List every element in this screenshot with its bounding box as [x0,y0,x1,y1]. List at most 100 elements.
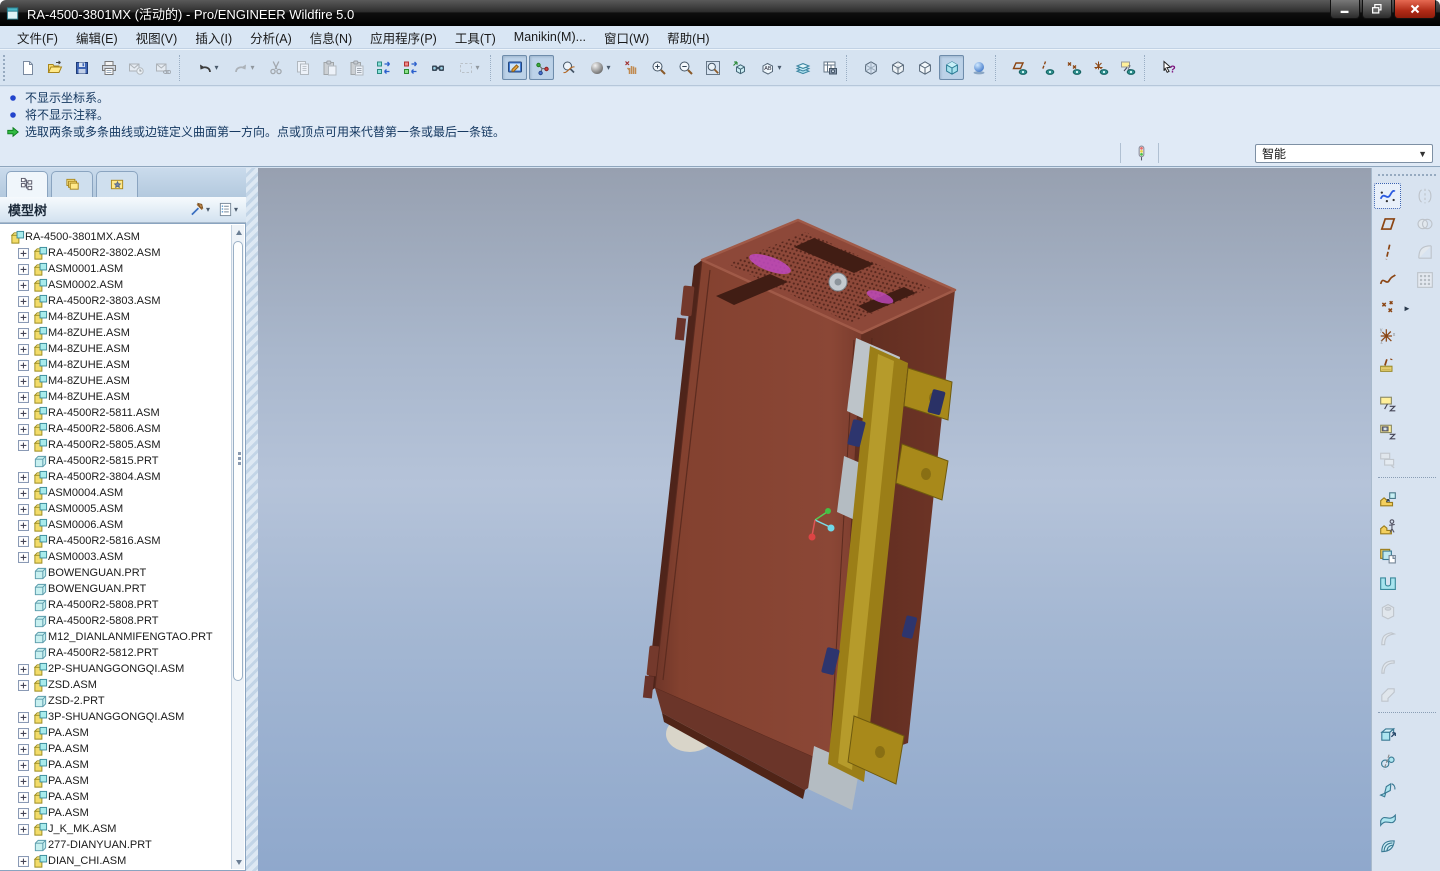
copy-button[interactable] [290,55,315,80]
menu-analysis[interactable]: 分析(A) [241,25,301,50]
render-style-button[interactable]: ▾ [583,55,617,80]
tree-item[interactable]: M4-8ZUHE.ASM [0,309,231,325]
panel-sash[interactable] [246,168,258,871]
title-bar[interactable]: RA-4500-3801MX (活动的) - Pro/ENGINEER Wild… [0,0,1440,26]
mirror-tool-button[interactable] [1411,183,1438,209]
tree-expander[interactable] [18,360,29,371]
tree-item[interactable]: ZSD-2.PRT [0,693,231,709]
style-surface-tool-button[interactable] [1374,833,1401,859]
no-hidden-display-button[interactable] [912,55,937,80]
paste-special-button[interactable] [344,55,369,80]
pattern-tool-button[interactable] [1411,267,1438,293]
custom-regenerate-button[interactable] [398,55,423,80]
spin-center-toggle[interactable] [529,55,554,80]
graphics-area[interactable] [258,168,1372,871]
datum-plane-tool-button[interactable] [1374,211,1401,237]
mold-cavity-button[interactable] [1374,570,1401,596]
chamfer-tool-button[interactable] [1374,682,1401,708]
restore-button[interactable] [1362,0,1392,19]
scroll-down-button[interactable] [232,855,245,869]
datum-point-display-toggle[interactable] [1061,55,1086,80]
tree-item[interactable]: PA.ASM [0,805,231,821]
tab-favorites[interactable] [96,171,138,197]
layers-button[interactable] [790,55,815,80]
tree-item[interactable]: RA-4500R2-5816.ASM [0,533,231,549]
menu-manikin[interactable]: Manikin(M)... [505,27,595,47]
tree-item[interactable]: BOWENGUAN.PRT [0,565,231,581]
tree-item[interactable]: M4-8ZUHE.ASM [0,373,231,389]
hidden-line-display-button[interactable] [885,55,910,80]
tree-item[interactable]: RA-4500R2-3803.ASM [0,293,231,309]
curve-tool-button[interactable] [1374,267,1401,293]
assemble-manikin-button[interactable] [1374,514,1401,540]
tree-item[interactable]: PA.ASM [0,773,231,789]
orient-mode-button[interactable] [556,55,581,80]
tree-item[interactable]: M12_DIANLANMIFENGTAO.PRT [0,629,231,645]
tree-expander[interactable] [18,776,29,787]
create-component-button[interactable] [1374,542,1401,568]
chevron-down-icon[interactable]: ▾ [250,63,254,72]
tree-expander[interactable] [18,424,29,435]
tree-expander[interactable] [18,312,29,323]
tree-expander[interactable] [18,728,29,739]
tree-item[interactable]: M4-8ZUHE.ASM [0,325,231,341]
tree-item[interactable]: RA-4500R2-5808.PRT [0,613,231,629]
tree-item[interactable]: M4-8ZUHE.ASM [0,389,231,405]
mail-link-button[interactable] [150,55,175,80]
tree-expander[interactable] [18,536,29,547]
tree-expander[interactable] [18,264,29,275]
shaded-display-button[interactable] [939,55,964,80]
hole-tool-button[interactable] [1374,598,1401,624]
save-file-button[interactable] [69,55,94,80]
trim-tool-button[interactable] [1411,239,1438,265]
tree-expander[interactable] [18,280,29,291]
tree-item[interactable]: RA-4500R2-5811.ASM [0,405,231,421]
tree-expander[interactable] [18,664,29,675]
close-button[interactable] [1394,0,1436,19]
tree-expander[interactable] [18,328,29,339]
menu-applications[interactable]: 应用程序(P) [361,25,446,50]
reorient-button[interactable] [727,55,752,80]
tree-item[interactable]: PA.ASM [0,741,231,757]
print-button[interactable] [96,55,121,80]
selection-filter-combo[interactable]: 智能 ▼ [1255,144,1433,163]
tree-expander[interactable] [18,376,29,387]
shell-tool-button[interactable] [1374,626,1401,652]
extrude-tool-button[interactable] [1374,721,1401,747]
selection-filter-button[interactable]: ▾ [452,55,486,80]
open-file-button[interactable] [42,55,67,80]
tree-item[interactable]: RA-4500-3801MX.ASM [0,229,231,245]
csys-display-toggle[interactable] [1088,55,1113,80]
tree-item[interactable]: RA-4500R2-5815.PRT [0,453,231,469]
tree-scrollbar[interactable] [231,225,244,869]
merge-tool-button[interactable] [1411,211,1438,237]
tree-item[interactable]: J_K_MK.ASM [0,821,231,837]
csys-tool-button[interactable]: yzx [1374,323,1401,349]
menu-view[interactable]: 视图(V) [127,25,187,50]
new-file-button[interactable] [15,55,40,80]
tree-item[interactable]: DIAN_CHI.ASM [0,853,231,869]
tree-item[interactable]: ASM0003.ASM [0,549,231,565]
menu-file[interactable]: 文件(F) [8,25,67,50]
redo-button[interactable]: ▾ [227,55,261,80]
tree-expander[interactable] [18,488,29,499]
zoom-in-button[interactable] [646,55,671,80]
enhanced-realism-button[interactable] [966,55,991,80]
chevron-down-icon[interactable]: ▾ [475,63,479,72]
datum-point-tool-button[interactable] [1374,295,1401,321]
tree-expander[interactable] [18,504,29,515]
note-tool-button[interactable] [1374,391,1401,417]
style-tool-button[interactable] [1374,183,1401,209]
menu-edit[interactable]: 编辑(E) [67,25,127,50]
tree-settings-button[interactable]: ▾ [214,200,242,219]
tree-expander[interactable] [18,408,29,419]
tree-item[interactable]: ASM0005.ASM [0,501,231,517]
flyout-arrow-icon[interactable]: ► [1403,304,1411,313]
tree-expander[interactable] [18,344,29,355]
tree-expander[interactable] [18,552,29,563]
revolve-tool-button[interactable] [1374,749,1401,775]
toolbar-grip[interactable] [3,55,10,81]
datum-axis-display-toggle[interactable] [1034,55,1059,80]
tree-expander[interactable] [18,680,29,691]
tree-expander[interactable] [18,520,29,531]
